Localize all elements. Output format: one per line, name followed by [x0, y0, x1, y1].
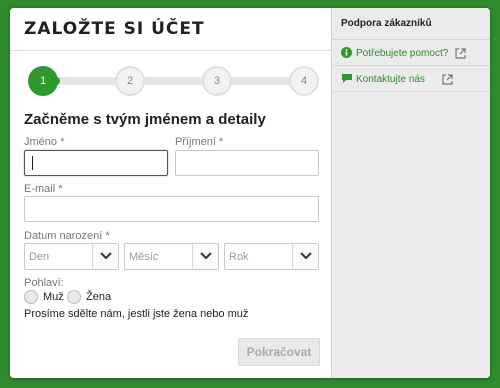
month-select-value: Měsíc — [129, 251, 159, 263]
step-2[interactable]: 2 — [115, 66, 145, 96]
male-radio-label[interactable]: Muž — [43, 291, 64, 303]
chevron-down-icon — [100, 252, 112, 260]
contact-link-label[interactable]: Kontaktujte nás — [356, 74, 425, 85]
day-select[interactable]: Den — [24, 243, 119, 270]
first-name-input[interactable] — [24, 150, 168, 176]
form-heading: Začněme s tvým jménem a detaily — [24, 111, 266, 128]
help-link[interactable]: Potřebujete pomoct? — [332, 40, 490, 66]
email-label: E-mail * — [24, 183, 63, 195]
last-name-input[interactable] — [175, 150, 319, 176]
gender-note: Prosíme sdělte nám, jestli jste žena neb… — [24, 308, 249, 320]
month-dropdown-button[interactable] — [192, 244, 218, 269]
page-title: ZALOŽTE SI ÚČET — [24, 19, 205, 39]
text-caret — [32, 156, 33, 170]
title-divider — [10, 50, 331, 51]
chat-icon — [342, 74, 352, 83]
external-link-icon — [442, 74, 453, 85]
progress-stepper: 1 2 3 4 — [28, 66, 319, 96]
year-dropdown-button[interactable] — [292, 244, 318, 269]
info-icon — [341, 47, 352, 58]
help-link-label[interactable]: Potřebujete pomoct? — [356, 48, 448, 59]
step-4[interactable]: 4 — [289, 66, 319, 96]
step-1[interactable]: 1 — [28, 66, 58, 96]
female-radio[interactable] — [67, 290, 81, 304]
day-dropdown-button[interactable] — [92, 244, 118, 269]
external-link-icon — [455, 48, 466, 59]
gender-label: Pohlaví: — [24, 277, 64, 289]
progress-track — [42, 77, 304, 85]
year-select[interactable]: Rok — [224, 243, 319, 270]
last-name-label: Příjmení * — [175, 136, 224, 148]
continue-button[interactable]: Pokračovat — [238, 338, 320, 366]
chevron-down-icon — [300, 252, 312, 260]
dob-label: Datum narození * — [24, 230, 110, 242]
signup-form: ZALOŽTE SI ÚČET 1 2 3 4 Začněme s tvým j… — [10, 8, 331, 378]
contact-link[interactable]: Kontaktujte nás — [332, 66, 490, 92]
chevron-down-icon — [200, 252, 212, 260]
support-sidebar: Podpora zákazníků Potřebujete pomoct? Ko… — [331, 8, 490, 378]
sidebar-title: Podpora zákazníků — [332, 8, 490, 40]
step-3[interactable]: 3 — [202, 66, 232, 96]
first-name-label: Jméno * — [24, 136, 65, 148]
signup-card: ZALOŽTE SI ÚČET 1 2 3 4 Začněme s tvým j… — [10, 8, 490, 378]
female-radio-label[interactable]: Žena — [86, 291, 111, 303]
day-select-value: Den — [29, 251, 50, 263]
email-input[interactable] — [24, 196, 319, 222]
year-select-value: Rok — [229, 251, 249, 263]
month-select[interactable]: Měsíc — [124, 243, 219, 270]
male-radio[interactable] — [24, 290, 38, 304]
